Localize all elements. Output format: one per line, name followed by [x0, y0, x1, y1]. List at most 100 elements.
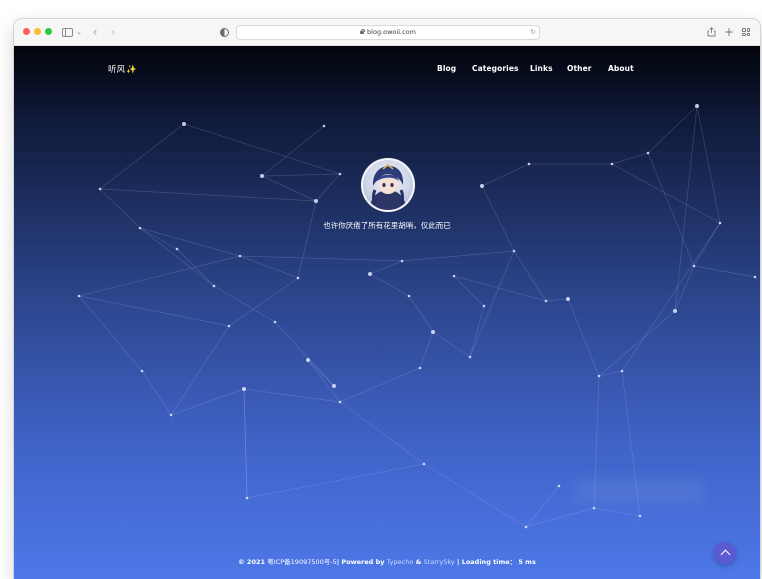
footer-ampersand: &: [415, 558, 422, 566]
network-star: [692, 264, 696, 268]
network-line: [696, 105, 721, 224]
network-line: [481, 163, 530, 187]
network-line: [261, 173, 341, 177]
sidebar-icon[interactable]: [62, 24, 73, 40]
network-line: [141, 370, 172, 416]
network-line: [170, 388, 245, 416]
network-star: [480, 184, 484, 188]
network-line: [339, 367, 421, 403]
network-star: [332, 384, 336, 388]
network-line: [408, 295, 434, 333]
footer-separator-2: |: [457, 558, 460, 566]
zoom-window-button[interactable]: [45, 28, 52, 35]
network-line: [274, 321, 335, 387]
network-star: [98, 187, 102, 191]
network-line: [297, 200, 317, 279]
minimize-window-button[interactable]: [34, 28, 41, 35]
site-navbar: 听风✨ Blog Categories Links Other About: [14, 46, 760, 92]
network-star: [544, 299, 548, 303]
network-line: [261, 175, 317, 202]
network-line: [228, 277, 299, 327]
network-star: [527, 162, 531, 166]
site-brand[interactable]: 听风✨: [108, 63, 137, 75]
sparkle-icon: ✨: [126, 65, 137, 75]
network-line: [567, 298, 600, 377]
footer-icp-link[interactable]: 粤ICP备19097500号-5: [267, 558, 336, 566]
nav-links[interactable]: Links: [530, 64, 553, 73]
footer-copyright: © 2021: [238, 558, 266, 566]
network-line: [99, 123, 185, 190]
site-motto: 也许你厌倦了所有花里胡哨，仅此而已: [323, 221, 451, 230]
browser-window: ⌄ ‹ › blog.owoii.com ↻ + 听风✨ Blog Catego…: [14, 19, 760, 579]
network-star: [620, 369, 624, 373]
network-line: [674, 265, 695, 312]
network-line: [339, 401, 425, 465]
network-line: [307, 359, 341, 403]
network-line: [261, 125, 325, 177]
network-star: [610, 162, 614, 166]
network-line: [246, 463, 425, 499]
nav-categories[interactable]: Categories: [472, 64, 519, 73]
footer-theme-link[interactable]: StarrySky: [424, 558, 455, 566]
network-star: [400, 259, 404, 263]
network-star: [468, 355, 472, 359]
network-line: [239, 255, 403, 262]
new-tab-icon[interactable]: +: [724, 24, 734, 40]
browser-toolbar: ⌄ ‹ › blog.owoii.com ↻ +: [14, 19, 760, 46]
network-line: [183, 123, 341, 175]
reload-icon[interactable]: ↻: [530, 26, 536, 39]
network-star: [306, 358, 310, 362]
nav-about[interactable]: About: [608, 64, 634, 73]
network-star: [673, 309, 677, 313]
network-star: [212, 284, 216, 288]
network-line: [78, 295, 230, 327]
network-star: [245, 496, 249, 500]
forward-icon[interactable]: ›: [108, 24, 118, 40]
back-to-top-button[interactable]: [714, 542, 736, 564]
tab-overview-icon[interactable]: [741, 24, 751, 40]
network-line: [423, 463, 527, 528]
nav-blog[interactable]: Blog: [437, 64, 456, 73]
network-star: [238, 254, 242, 258]
network-line: [213, 285, 276, 323]
network-star: [422, 462, 426, 466]
network-line: [693, 265, 756, 278]
back-icon[interactable]: ‹: [90, 24, 100, 40]
share-icon[interactable]: [706, 24, 716, 40]
network-star: [566, 297, 570, 301]
shield-icon[interactable]: [219, 24, 229, 40]
network-star: [296, 276, 300, 280]
network-line: [453, 275, 485, 307]
network-line: [469, 305, 485, 358]
network-line: [315, 173, 341, 202]
network-line: [170, 325, 230, 416]
network-star: [753, 275, 757, 279]
network-line: [593, 507, 641, 517]
network-star: [695, 104, 699, 108]
footer-typecho-link[interactable]: Typecho: [387, 558, 414, 566]
nav-other[interactable]: Other: [567, 64, 592, 73]
close-window-button[interactable]: [23, 28, 30, 35]
address-bar[interactable]: blog.owoii.com ↻: [236, 25, 540, 40]
network-line: [419, 331, 434, 369]
network-star: [242, 387, 246, 391]
network-line: [139, 227, 178, 250]
network-star: [418, 366, 422, 370]
network-star: [338, 400, 342, 404]
network-line: [525, 507, 595, 528]
network-line: [139, 227, 215, 287]
avatar[interactable]: [361, 158, 415, 212]
network-star: [512, 249, 516, 253]
lock-icon: [360, 28, 365, 34]
network-star: [175, 247, 179, 251]
network-line: [99, 188, 317, 202]
chevron-up-icon: [720, 549, 730, 560]
url-text[interactable]: blog.owoii.com: [237, 26, 539, 39]
network-line: [239, 255, 299, 279]
network-line: [611, 152, 649, 165]
network-star: [182, 122, 186, 126]
chevron-down-icon[interactable]: ⌄: [75, 24, 83, 40]
footer-separator: |: [336, 558, 340, 566]
network-star: [338, 172, 342, 176]
network-star: [169, 413, 173, 417]
